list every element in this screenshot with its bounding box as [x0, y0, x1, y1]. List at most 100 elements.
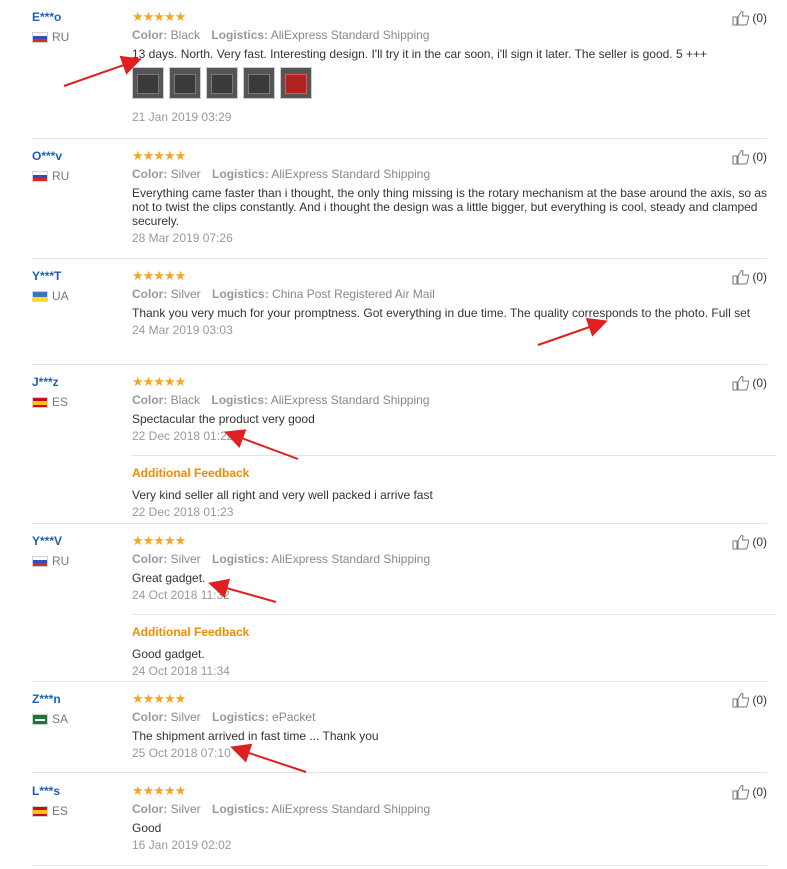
review-photo[interactable]	[206, 67, 238, 99]
reviewer-country: RU	[32, 170, 122, 183]
reviewer-country: UA	[32, 290, 122, 303]
helpful-count: (0)	[752, 785, 767, 799]
review-date: 25 Oct 2018 07:10	[132, 746, 231, 760]
helpful-button[interactable]: (0)	[732, 784, 767, 800]
reviewer-info: E***o RU	[32, 10, 122, 44]
review-text: The shipment arrived in fast time ... Th…	[132, 729, 379, 743]
thumbs-up-icon[interactable]	[732, 784, 750, 800]
thumbs-up-icon[interactable]	[732, 269, 750, 285]
logistics-label: Logistics:	[211, 393, 269, 407]
reviewer-name[interactable]: Y***V	[32, 534, 122, 548]
country-code: RU	[52, 169, 70, 183]
review-item: Y***T UA ★★★★★ Color: Silver Logistics: …	[32, 269, 767, 365]
reviewer-info: O***v RU	[32, 149, 122, 183]
review-text: Everything came faster than i thought, t…	[132, 186, 768, 228]
logistics-value: AliExpress Standard Shipping	[270, 393, 430, 407]
thumbs-up-icon[interactable]	[732, 692, 750, 708]
helpful-button[interactable]: (0)	[732, 269, 767, 285]
color-label: Color:	[132, 287, 168, 301]
additional-feedback-title: Additional Feedback	[132, 466, 250, 480]
thumbs-up-icon[interactable]	[732, 149, 750, 165]
helpful-button[interactable]: (0)	[732, 10, 767, 26]
flag-sa-icon	[32, 714, 48, 725]
flag-ru-icon	[32, 556, 48, 567]
star-rating: ★★★★★	[132, 533, 186, 548]
reviewer-name[interactable]: E***o	[32, 10, 122, 24]
thumbs-up-icon[interactable]	[732, 10, 750, 26]
review-meta: Color: Silver Logistics: AliExpress Stan…	[132, 802, 772, 817]
review-item: Y***V RU ★★★★★ Color: Silver Logistics: …	[32, 534, 776, 682]
reviewer-name[interactable]: Y***T	[32, 269, 122, 283]
country-code: SA	[52, 712, 69, 726]
thumbs-up-icon[interactable]	[732, 534, 750, 550]
review-text: Great gadget.	[132, 571, 206, 585]
country-code: RU	[52, 554, 70, 568]
reviewer-name[interactable]: L***s	[32, 784, 122, 798]
additional-feedback-title: Additional Feedback	[132, 625, 250, 639]
review-text: Good	[132, 821, 162, 835]
color-value: Black	[170, 393, 201, 407]
review-photo[interactable]	[280, 67, 312, 99]
helpful-button[interactable]: (0)	[732, 692, 767, 708]
helpful-count: (0)	[752, 693, 767, 707]
helpful-button[interactable]: (0)	[732, 375, 767, 391]
review-content: ★★★★★ Color: Silver Logistics: AliExpres…	[132, 533, 776, 678]
review-photo[interactable]	[169, 67, 201, 99]
review-photos	[132, 67, 772, 99]
color-value: Silver	[170, 802, 201, 816]
review-content: ★★★★★ Color: Black Logistics: AliExpress…	[132, 10, 772, 124]
logistics-value: China Post Registered Air Mail	[272, 287, 435, 301]
review-content: ★★★★★ Color: Silver Logistics: ePacket T…	[132, 691, 772, 761]
logistics-label: Logistics:	[212, 710, 269, 724]
review-content: ★★★★★ Color: Silver Logistics: AliExpres…	[132, 148, 772, 246]
review-text: 13 days. North. Very fast. Interesting d…	[132, 47, 707, 61]
review-item: Z***n SA ★★★★★ Color: Silver Logistics: …	[32, 692, 767, 773]
thumbs-up-icon[interactable]	[732, 375, 750, 391]
review-meta: Color: Silver Logistics: AliExpress Stan…	[132, 167, 772, 182]
color-value: Silver	[170, 552, 201, 566]
review-date: 16 Jan 2019 02:02	[132, 838, 232, 852]
helpful-button[interactable]: (0)	[732, 534, 767, 550]
reviewer-name[interactable]: Z***n	[32, 692, 122, 706]
star-rating: ★★★★★	[132, 148, 186, 163]
flag-es-icon	[32, 397, 48, 408]
review-content: ★★★★★ Color: Silver Logistics: AliExpres…	[132, 784, 772, 853]
star-rating: ★★★★★	[132, 691, 186, 706]
helpful-count: (0)	[752, 150, 767, 164]
logistics-label: Logistics:	[212, 167, 269, 181]
additional-feedback-date: 22 Dec 2018 01:23	[132, 505, 234, 519]
review-meta: Color: Silver Logistics: China Post Regi…	[132, 287, 772, 302]
logistics-label: Logistics:	[211, 28, 269, 42]
logistics-value: ePacket	[272, 710, 316, 724]
star-rating: ★★★★★	[132, 268, 186, 283]
review-meta: Color: Black Logistics: AliExpress Stand…	[132, 393, 772, 408]
reviewer-info: L***s ES	[32, 784, 122, 818]
review-item: L***s ES ★★★★★ Color: Silver Logistics: …	[32, 784, 767, 866]
review-date: 22 Dec 2018 01:22	[132, 429, 234, 443]
review-text: Thank you very much for your promptness.…	[132, 306, 751, 320]
logistics-value: AliExpress Standard Shipping	[271, 552, 431, 566]
country-code: ES	[52, 395, 69, 409]
review-photo[interactable]	[243, 67, 275, 99]
logistics-label: Logistics:	[212, 802, 269, 816]
country-code: RU	[52, 30, 70, 44]
review-item: E***o RU ★★★★★ Color: Black Logistics: A…	[32, 10, 767, 139]
color-value: Black	[170, 28, 201, 42]
review-date: 21 Jan 2019 03:29	[132, 110, 232, 124]
logistics-value: AliExpress Standard Shipping	[270, 28, 430, 42]
color-label: Color:	[132, 393, 168, 407]
star-rating: ★★★★★	[132, 9, 186, 24]
logistics-label: Logistics:	[212, 552, 269, 566]
flag-es-icon	[32, 806, 48, 817]
reviewer-name[interactable]: J***z	[32, 375, 122, 389]
color-value: Silver	[170, 287, 201, 301]
review-meta: Color: Silver Logistics: AliExpress Stan…	[132, 552, 772, 567]
reviewer-name[interactable]: O***v	[32, 149, 122, 163]
helpful-count: (0)	[752, 376, 767, 390]
star-rating: ★★★★★	[132, 374, 186, 389]
reviewer-country: ES	[32, 805, 122, 818]
review-date: 24 Oct 2018 11:32	[132, 588, 230, 602]
review-photo[interactable]	[132, 67, 164, 99]
flag-ru-icon	[32, 32, 48, 43]
helpful-button[interactable]: (0)	[732, 149, 767, 165]
